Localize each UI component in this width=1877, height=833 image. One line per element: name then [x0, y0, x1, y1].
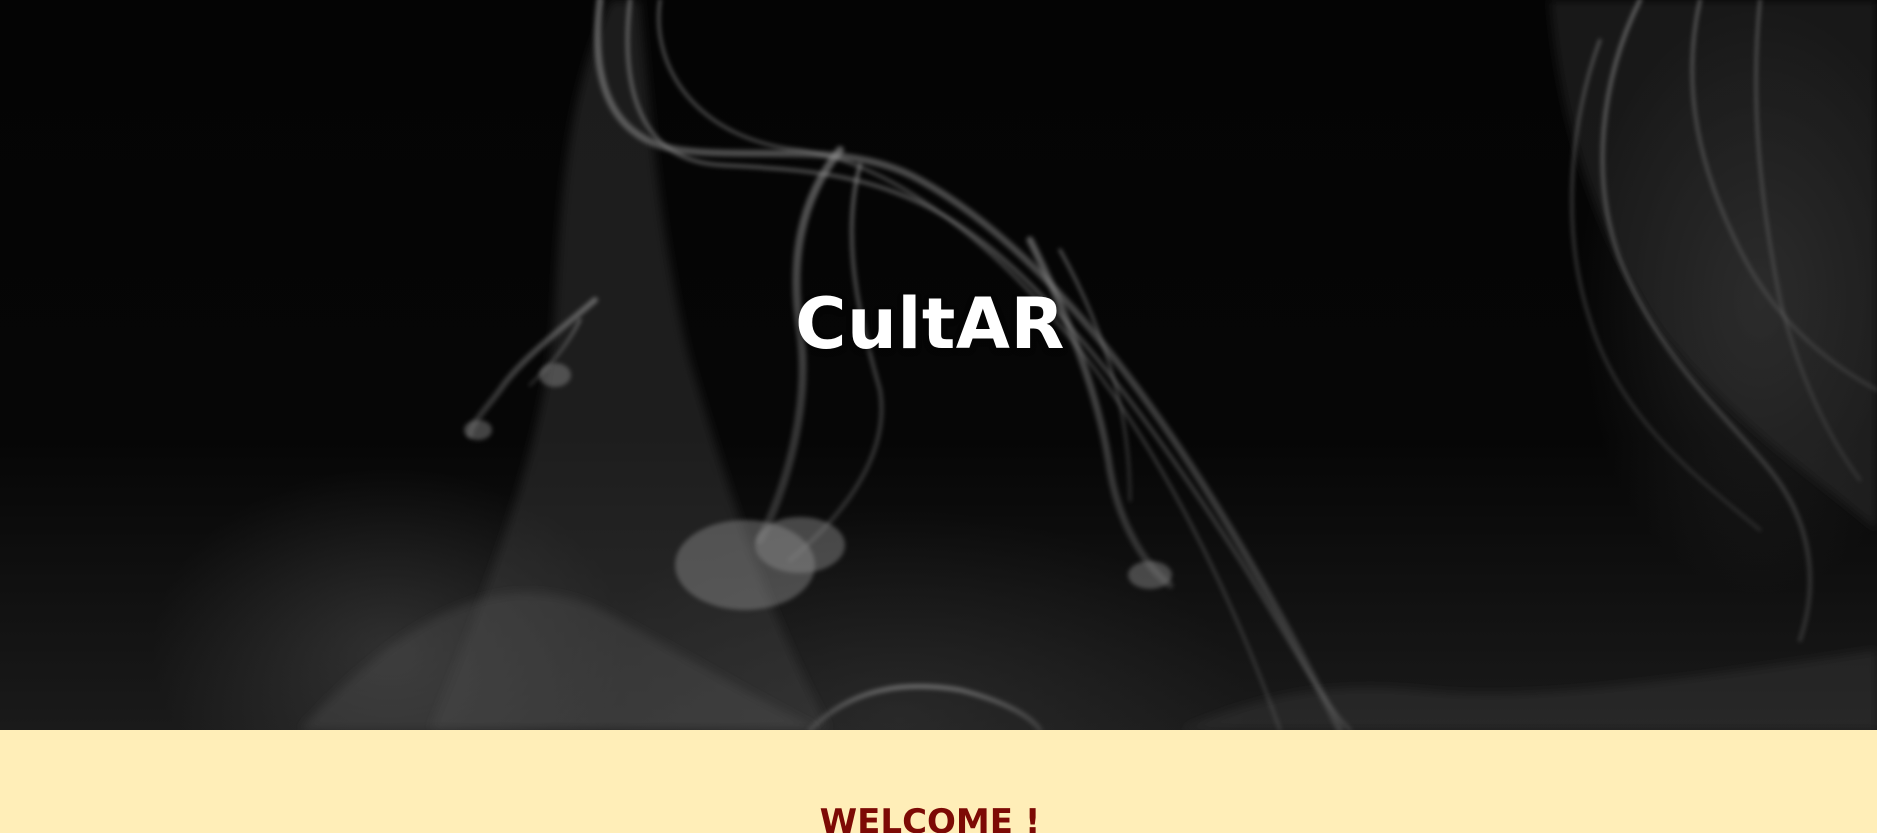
- page: CultAR WELCOME !: [0, 0, 1877, 833]
- welcome-heading: WELCOME !: [819, 802, 1041, 833]
- welcome-section: WELCOME !: [0, 730, 1877, 833]
- hero-banner: CultAR: [0, 0, 1877, 730]
- site-title: CultAR: [795, 282, 1065, 365]
